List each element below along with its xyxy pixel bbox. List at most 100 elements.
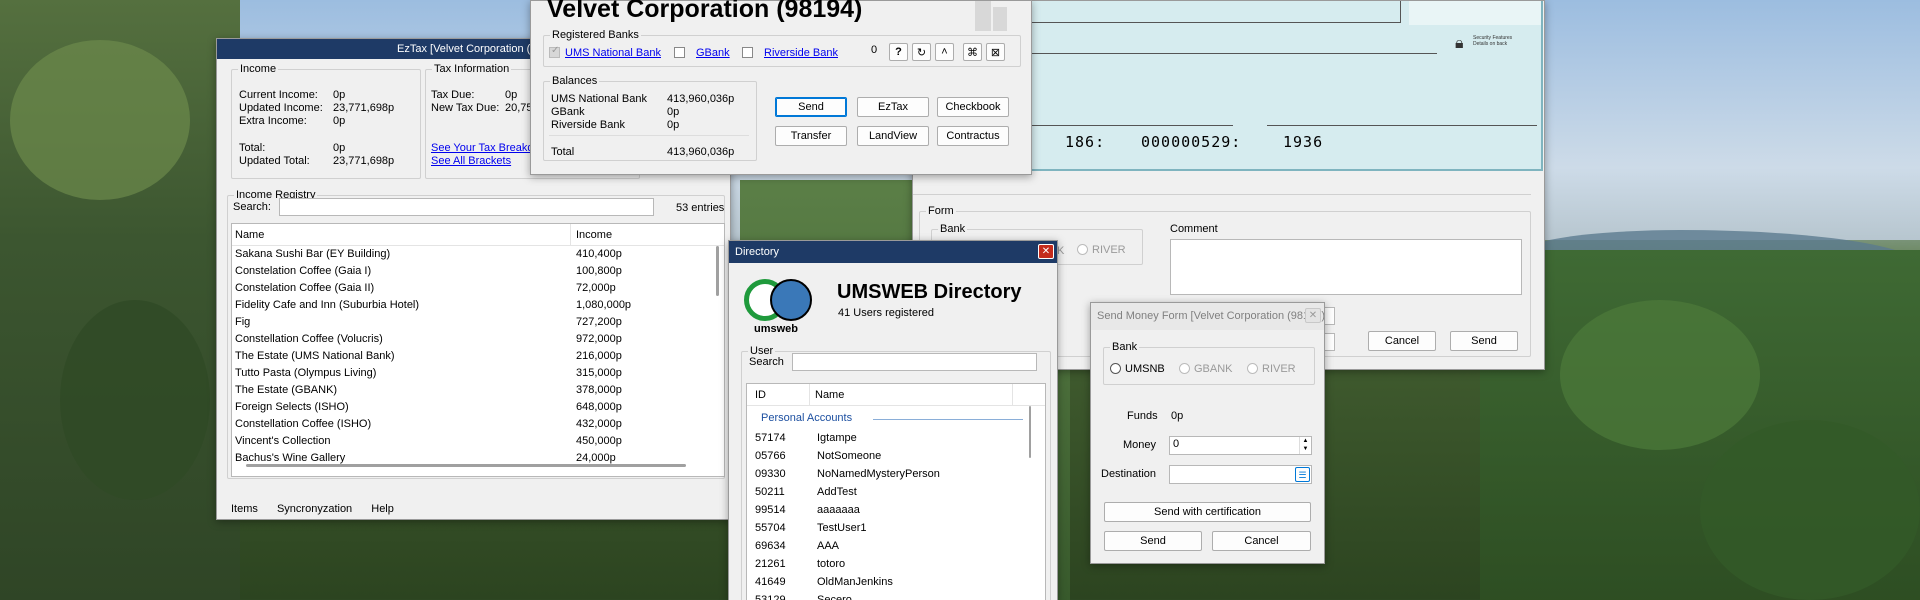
list-item[interactable]: 57174 Igtampe [747, 430, 1045, 447]
directory-list[interactable]: ID Name Personal Accounts 57174 Igtampe 05… [746, 383, 1046, 600]
list-item[interactable]: 55704 TestUser1 [747, 520, 1045, 537]
table-row[interactable]: Constelation Coffee (Gaia I) 100,800p [232, 263, 724, 280]
table-row[interactable]: Constellation Coffee (Volucris) 972,000p [232, 331, 724, 348]
check-send-button[interactable]: Send [1450, 331, 1518, 351]
river-send-label: RIVER [1262, 363, 1296, 375]
menu-syncronyzation[interactable]: Syncronyzation [277, 503, 352, 515]
help-icon[interactable]: ? [889, 43, 908, 61]
send-money-title: Send Money Form [Velvet Corporation (981… [1097, 310, 1324, 322]
total-label: Total: [239, 142, 266, 154]
checkbox-riverside[interactable] [742, 47, 753, 58]
send-button[interactable]: Send [775, 97, 847, 117]
counter-field[interactable]: 0 [864, 43, 884, 61]
table-row[interactable]: Foreign Selects (ISHO) 648,000p [232, 399, 724, 416]
row-income: 727,200p [576, 316, 622, 328]
updated-total-value: 23,771,698p [333, 155, 395, 167]
list-item[interactable]: 41649 OldManJenkins [747, 574, 1045, 591]
table-row[interactable]: The Estate (GBANK) 378,000p [232, 382, 724, 399]
table-row[interactable]: Constelation Coffee (Gaia II) 72,000p [232, 280, 724, 297]
check-separator [913, 194, 1531, 195]
income-registry-table[interactable]: Name Income Sakana Sushi Bar (EY Buildin… [231, 223, 725, 477]
current-income-value: 0p [333, 89, 346, 101]
micr-routing: 186: [1065, 133, 1106, 151]
table-row[interactable]: Sakana Sushi Bar (EY Building) 410,400p [232, 246, 724, 263]
table-row[interactable]: Constellation Coffee (ISHO) 432,000p [232, 416, 724, 433]
send-money-titlebar[interactable]: Send Money Form [Velvet Corporation (981… [1091, 303, 1324, 330]
bank-option-ums[interactable]: UMS National Bank [549, 45, 661, 59]
row-name: Fig [235, 316, 251, 328]
menu-help[interactable]: Help [371, 503, 394, 515]
group-rule [873, 419, 1023, 420]
list-item[interactable]: 21261 totoro [747, 556, 1045, 573]
checkbook-button[interactable]: Checkbook [937, 97, 1009, 117]
bank-option-gbank[interactable]: GBank [674, 47, 730, 59]
ums-bank-link[interactable]: UMS National Bank [565, 47, 661, 59]
user-id: 05766 [755, 450, 786, 462]
bank-title: Velvet Corporation (98194) [547, 0, 863, 23]
directory-search-input[interactable] [792, 353, 1037, 371]
command-icon[interactable]: ⌘ [963, 43, 982, 61]
send-money-close-icon[interactable]: ✕ [1305, 308, 1321, 323]
transfer-button[interactable]: Transfer [775, 126, 847, 146]
checkbox-ums[interactable] [549, 45, 560, 58]
table-row[interactable]: Fidelity Cafe and Inn (Suburbia Hotel) 1,… [232, 297, 724, 314]
money-stepper[interactable]: 0 [1169, 436, 1312, 455]
send-money-cancel-button[interactable]: Cancel [1212, 531, 1311, 551]
registry-horizontal-scrollbar[interactable] [246, 464, 686, 467]
row-name: Foreign Selects (ISHO) [235, 401, 349, 413]
check-bank-option-river[interactable]: RIVER [1077, 244, 1126, 256]
send-money-send-button[interactable]: Send [1104, 531, 1202, 551]
eztax-button[interactable]: EzTax [857, 97, 929, 117]
table-row[interactable]: The Estate (UMS National Bank) 216,000p [232, 348, 724, 365]
gbank-label: GBANK [1194, 363, 1233, 375]
table-row[interactable]: Tutto Pasta (Olympus Living) 315,000p [232, 365, 724, 382]
directory-titlebar[interactable]: Directory ✕ [729, 241, 1057, 263]
send-bank-legend: Bank [1112, 341, 1138, 353]
send-with-certification-button[interactable]: Send with certification [1104, 502, 1311, 522]
radio-river[interactable] [1077, 244, 1088, 255]
option-umsnb[interactable]: UMSNB [1110, 363, 1165, 375]
list-item[interactable]: 99514 aaaaaaa [747, 502, 1045, 519]
list-item[interactable]: 05766 NotSomeone [747, 448, 1045, 465]
refresh-icon[interactable]: ↻ [912, 43, 931, 61]
caret-icon[interactable]: ˄ [935, 43, 954, 61]
list-item[interactable]: 53129 Secero [747, 592, 1045, 600]
menu-items[interactable]: Items [231, 503, 258, 515]
column-header-name[interactable]: Name [235, 229, 264, 241]
comment-field[interactable] [1170, 239, 1522, 295]
all-brackets-link[interactable]: See All Brackets [431, 155, 511, 167]
directory-header: ID Name [747, 384, 1045, 406]
radio-umsnb[interactable] [1110, 363, 1121, 374]
bank-option-riverside[interactable]: Riverside Bank [742, 47, 838, 59]
user-name: OldManJenkins [817, 576, 893, 588]
registry-vertical-scrollbar[interactable] [716, 246, 719, 296]
current-income-label: Current Income: [239, 89, 318, 101]
list-item[interactable]: 09330 NoNamedMysteryPerson [747, 466, 1045, 483]
balance-ums-name: UMS National Bank [551, 93, 647, 105]
row-income: 1,080,000p [576, 299, 632, 311]
directory-lookup-icon[interactable]: ☰ [1295, 467, 1310, 482]
directory-vertical-scrollbar[interactable] [1029, 406, 1031, 458]
close-box-icon[interactable]: ⊠ [986, 43, 1005, 61]
row-income: 378,000p [576, 384, 622, 396]
riverside-bank-link[interactable]: Riverside Bank [764, 47, 838, 59]
table-row[interactable]: Vincent's Collection 450,000p [232, 433, 724, 450]
destination-field[interactable] [1169, 465, 1312, 484]
column-header-id[interactable]: ID [755, 389, 766, 401]
stepper-arrows[interactable]: ▲ ▼ [1299, 437, 1311, 454]
checkbox-gbank[interactable] [674, 47, 685, 58]
column-header-name[interactable]: Name [815, 389, 844, 401]
contractus-button[interactable]: Contractus [937, 126, 1009, 146]
total-value: 0p [333, 142, 346, 154]
directory-close-icon[interactable]: ✕ [1038, 244, 1054, 259]
table-row[interactable]: Fig 727,200p [232, 314, 724, 331]
list-item[interactable]: 50211 AddTest [747, 484, 1045, 501]
registry-search-input[interactable] [279, 198, 654, 216]
balance-divider [549, 135, 749, 136]
balance-ums-value: 413,960,036p [667, 93, 735, 105]
check-cancel-button[interactable]: Cancel [1368, 331, 1436, 351]
list-item[interactable]: 69634 AAA [747, 538, 1045, 555]
landview-button[interactable]: LandView [857, 126, 929, 146]
column-header-income[interactable]: Income [576, 229, 612, 241]
gbank-link[interactable]: GBank [696, 47, 730, 59]
